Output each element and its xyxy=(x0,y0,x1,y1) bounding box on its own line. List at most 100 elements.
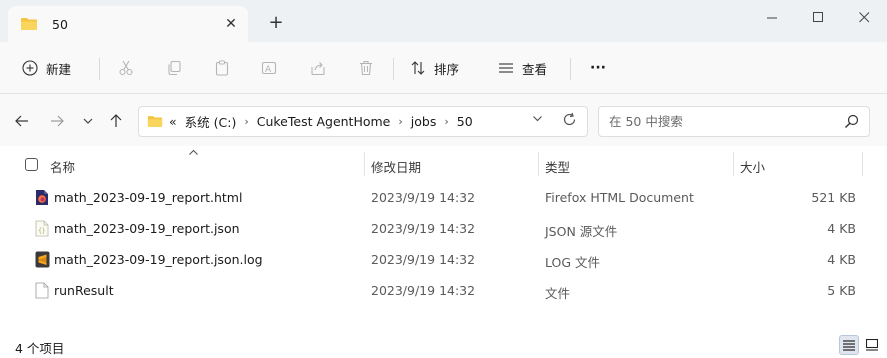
generic-file-icon xyxy=(35,282,49,299)
file-row[interactable]: {} math_2023-09-19_report.json 2023/9/19… xyxy=(0,213,887,244)
tiles-view-button[interactable] xyxy=(862,335,882,355)
column-divider[interactable] xyxy=(862,152,863,176)
status-bar: 4 个项目 xyxy=(0,330,887,358)
tab-title: 50 xyxy=(52,16,68,32)
cut-button[interactable] xyxy=(116,54,136,82)
breadcrumb-overflow[interactable]: « xyxy=(169,114,177,129)
share-button[interactable] xyxy=(308,54,328,82)
file-type: 文件 xyxy=(545,286,571,301)
rename-icon: A xyxy=(259,58,279,78)
minimize-icon[interactable] xyxy=(749,6,795,28)
close-tab-icon[interactable]: ✕ xyxy=(222,15,240,33)
sublime-log-file-icon xyxy=(35,251,50,268)
search-input[interactable] xyxy=(609,114,829,129)
chevron-right-icon[interactable]: › xyxy=(398,115,402,128)
column-divider[interactable] xyxy=(364,152,365,176)
refresh-icon[interactable] xyxy=(562,112,577,131)
file-size: 5 KB xyxy=(827,283,856,298)
copy-icon xyxy=(164,58,184,78)
chevron-right-icon[interactable]: › xyxy=(244,115,248,128)
file-name: math_2023-09-19_report.json.log xyxy=(54,252,263,267)
file-size: 4 KB xyxy=(827,221,856,236)
more-options-button[interactable]: ··· xyxy=(590,54,606,82)
clipboard-icon xyxy=(212,58,232,78)
new-tab-button[interactable]: + xyxy=(266,14,286,34)
maximize-icon[interactable] xyxy=(795,6,841,28)
forward-button[interactable] xyxy=(46,110,68,132)
breadcrumb-jobs[interactable]: jobs xyxy=(411,114,437,129)
toolbar-divider xyxy=(99,58,100,80)
column-divider[interactable] xyxy=(538,152,539,176)
view-button[interactable]: 查看 xyxy=(496,54,547,82)
column-header-row: 名称 修改日期 类型 大小 xyxy=(0,146,887,182)
file-row[interactable]: math_2023-09-19_report.html 2023/9/19 14… xyxy=(0,182,887,213)
share-icon xyxy=(308,58,328,78)
more-icon: ··· xyxy=(590,60,606,76)
up-button[interactable] xyxy=(105,110,127,132)
command-bar: 新建 A 排序 查看 ··· xyxy=(0,42,887,94)
file-type: LOG 文件 xyxy=(545,255,601,270)
file-size: 521 KB xyxy=(811,190,856,205)
chevron-down-icon xyxy=(83,118,93,124)
breadcrumb-drive[interactable]: 系统 (C:) xyxy=(185,112,237,131)
file-modified: 2023/9/19 14:32 xyxy=(371,283,476,298)
folder-icon xyxy=(20,17,38,31)
breadcrumb-agenthome[interactable]: CukeTest AgentHome xyxy=(257,114,391,129)
rename-button[interactable]: A xyxy=(259,54,279,82)
column-header-name[interactable]: 名称 xyxy=(50,157,75,176)
file-name: math_2023-09-19_report.json xyxy=(54,221,240,236)
column-divider[interactable] xyxy=(733,152,734,176)
json-file-icon: {} xyxy=(35,220,49,237)
file-name: math_2023-09-19_report.html xyxy=(54,190,243,205)
file-modified: 2023/9/19 14:32 xyxy=(371,190,476,205)
arrow-left-icon xyxy=(15,115,28,127)
file-row[interactable]: math_2023-09-19_report.json.log 2023/9/1… xyxy=(0,244,887,275)
trash-icon xyxy=(356,58,376,78)
file-type: JSON 源文件 xyxy=(545,224,618,239)
toolbar-divider xyxy=(393,58,394,80)
file-list: 名称 修改日期 类型 大小 math_2023-09-19_report.htm… xyxy=(0,146,887,326)
file-modified: 2023/9/19 14:32 xyxy=(371,221,476,236)
arrow-right-icon xyxy=(51,115,64,127)
view-label: 查看 xyxy=(522,61,548,77)
preview-view-icon xyxy=(866,339,878,351)
select-all-checkbox[interactable] xyxy=(25,158,38,171)
address-bar-row: « 系统 (C:) › CukeTest AgentHome › jobs › … xyxy=(0,94,887,146)
details-view-icon xyxy=(843,340,855,351)
sort-button[interactable]: 排序 xyxy=(408,54,459,82)
firefox-html-file-icon xyxy=(35,189,49,206)
column-header-modified[interactable]: 修改日期 xyxy=(371,157,421,176)
copy-button[interactable] xyxy=(164,54,184,82)
scissors-icon xyxy=(116,58,136,78)
close-window-icon[interactable] xyxy=(841,6,887,28)
column-header-size[interactable]: 大小 xyxy=(740,157,765,176)
toolbar-divider xyxy=(570,58,571,80)
plus-circle-icon xyxy=(20,58,40,78)
svg-text:{}: {} xyxy=(38,228,45,235)
search-box[interactable] xyxy=(598,106,870,137)
address-history-chevron-icon[interactable] xyxy=(532,113,543,127)
item-count: 4 个项目 xyxy=(15,341,65,356)
sort-ascending-icon xyxy=(188,146,199,159)
address-box[interactable]: « 系统 (C:) › CukeTest AgentHome › jobs › … xyxy=(138,106,588,137)
search-icon[interactable] xyxy=(844,114,859,132)
arrow-up-icon xyxy=(110,114,122,127)
recent-locations-button[interactable] xyxy=(77,110,99,132)
title-bar: 50 ✕ + xyxy=(0,0,887,42)
new-label: 新建 xyxy=(46,61,72,77)
column-header-type[interactable]: 类型 xyxy=(545,157,570,176)
sort-icon xyxy=(408,58,428,78)
details-view-button[interactable] xyxy=(839,335,859,355)
delete-button[interactable] xyxy=(356,54,376,82)
paste-button[interactable] xyxy=(212,54,232,82)
tab-50[interactable]: 50 ✕ xyxy=(8,6,248,42)
file-size: 4 KB xyxy=(827,252,856,267)
new-button[interactable]: 新建 xyxy=(20,54,71,82)
folder-icon xyxy=(147,115,163,128)
file-type: Firefox HTML Document xyxy=(545,190,694,205)
breadcrumb-current[interactable]: 50 xyxy=(457,114,473,129)
chevron-right-icon[interactable]: › xyxy=(444,115,448,128)
back-button[interactable] xyxy=(11,110,33,132)
svg-text:A: A xyxy=(265,65,272,75)
file-row[interactable]: runResult 2023/9/19 14:32 文件 5 KB xyxy=(0,275,887,306)
